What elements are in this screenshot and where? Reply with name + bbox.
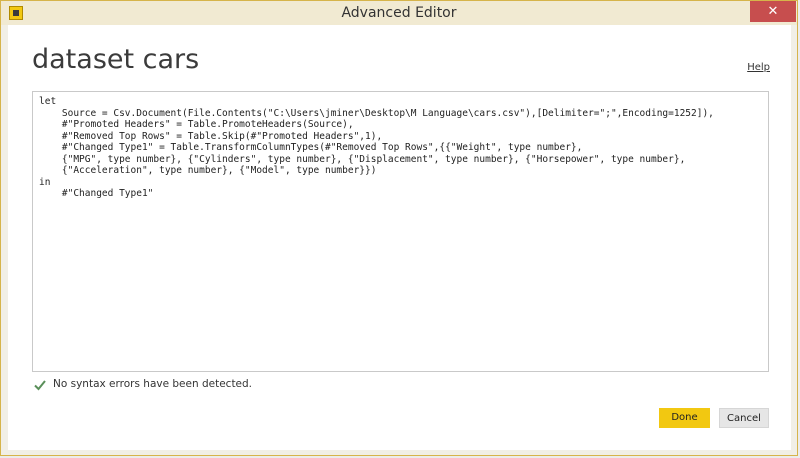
code-editor[interactable]: let Source = Csv.Document(File.Contents(… (32, 91, 769, 372)
code-line-4: #"Removed Top Rows" = Table.Skip(#"Promo… (39, 130, 383, 142)
done-button[interactable]: Done (659, 408, 710, 428)
window-title: Advanced Editor (341, 5, 457, 21)
cancel-button[interactable]: Cancel (719, 408, 769, 428)
help-link[interactable]: Help (747, 62, 770, 73)
code-line-3: #"Promoted Headers" = Table.PromoteHeade… (39, 119, 354, 130)
title-bar[interactable]: Advanced Editor ✕ (1, 1, 797, 25)
code-line-9: #"Changed Type1" (39, 188, 154, 199)
dialog-body: dataset cars Help let Source = Csv.Docum… (8, 25, 791, 450)
code-line-1: let (39, 96, 57, 107)
code-line-8: in (39, 176, 51, 188)
code-line-6: {"MPG", type number}, {"Cylinders", type… (39, 153, 686, 165)
code-line-7: {"Acceleration", type number}, {"Model",… (39, 165, 377, 176)
close-button[interactable]: ✕ (750, 1, 796, 22)
code-line-5: #"Changed Type1" = Table.TransformColumn… (39, 142, 583, 153)
query-name-heading: dataset cars (32, 44, 200, 75)
code-line-2: Source = Csv.Document(File.Contents("C:\… (39, 107, 714, 119)
advanced-editor-window: Advanced Editor ✕ dataset cars Help let … (0, 0, 798, 456)
check-icon (34, 380, 46, 391)
syntax-status-text: No syntax errors have been detected. (53, 378, 253, 390)
